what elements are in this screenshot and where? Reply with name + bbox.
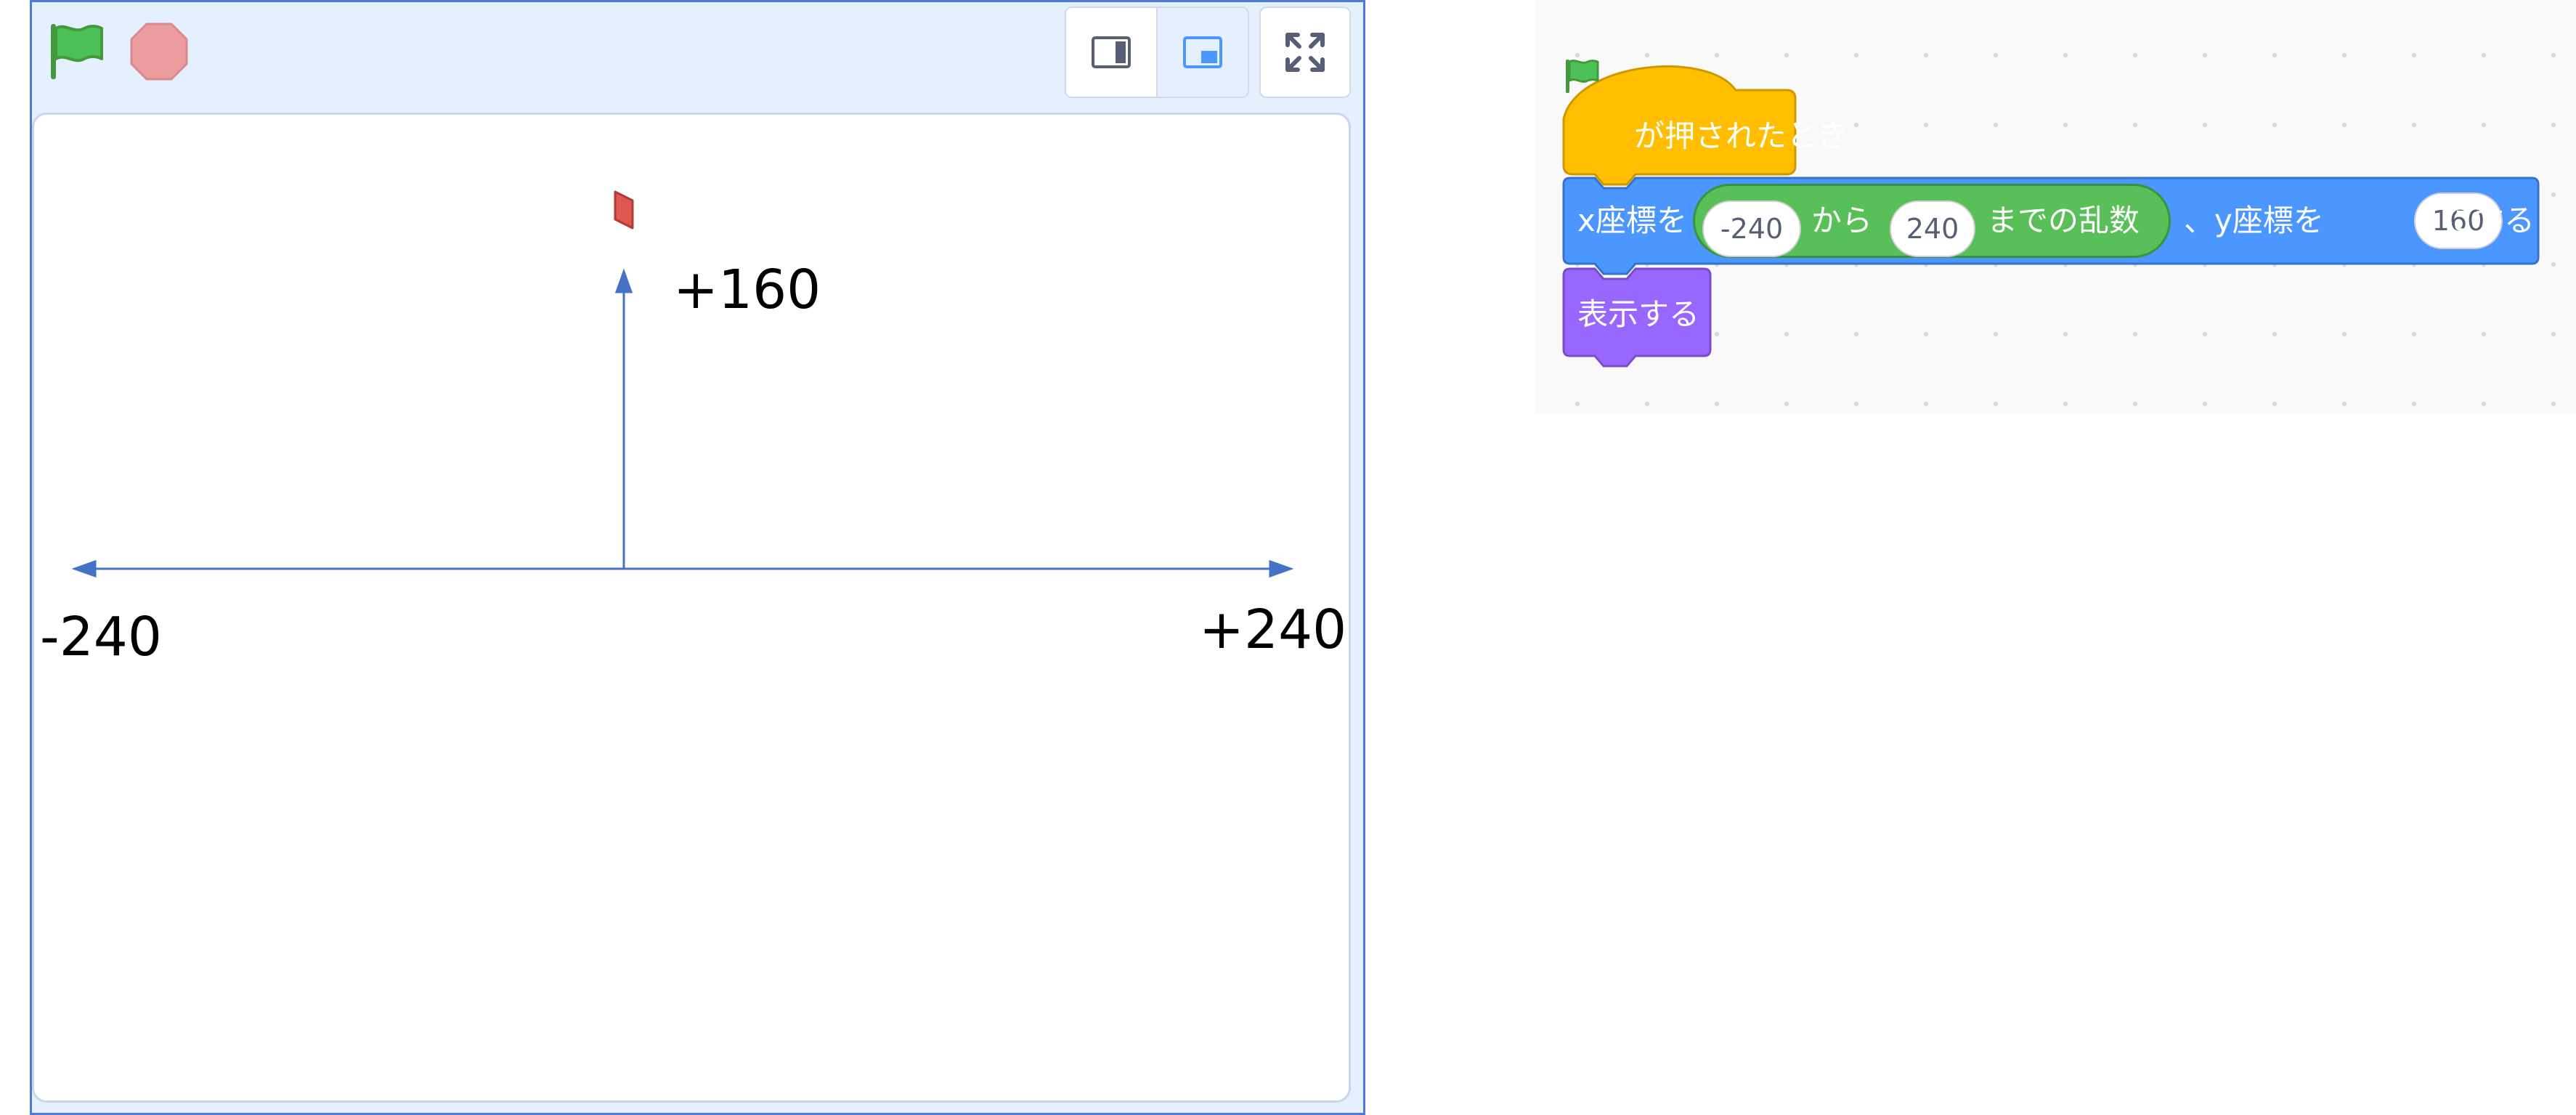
sprite-shape-icon <box>614 190 634 230</box>
set-xy-end-label: にする <box>2442 203 2535 238</box>
normal-stage-button[interactable] <box>1158 8 1248 97</box>
y-max-label: +160 <box>673 259 821 321</box>
pick-random-block[interactable]: -240 から 240 までの乱数 <box>1693 184 2171 258</box>
from-label: から <box>1811 203 1873 238</box>
x-min-label: -240 <box>40 606 162 668</box>
stop-icon <box>130 23 188 81</box>
fullscreen-icon <box>1285 33 1325 72</box>
small-stage-button[interactable] <box>1066 8 1158 97</box>
green-flag-button[interactable] <box>44 18 109 84</box>
stage-size-toggle <box>1065 7 1249 98</box>
small-stage-icon <box>1092 36 1131 68</box>
fullscreen-button[interactable] <box>1259 7 1351 98</box>
when-flag-clicked-label: が押されたとき <box>1634 118 1848 154</box>
stage-panel: +160 -240 +240 <box>30 0 1365 1115</box>
go-to-xy-block[interactable]: x座標を -240 から 240 までの乱数 、y座標を 160 にする <box>1561 176 2541 275</box>
random-from-input[interactable]: -240 <box>1702 200 1801 257</box>
set-y-label: 、y座標を <box>2184 203 2324 238</box>
stage-header <box>32 2 1363 111</box>
code-area[interactable]: が押されたとき x座標を -240 から 240 までの乱数 、y座標を 160… <box>1535 0 2576 414</box>
show-label: 表示する <box>1577 296 1700 332</box>
random-label: までの乱数 <box>1987 203 2140 238</box>
stop-button[interactable] <box>129 21 190 82</box>
random-to-input[interactable]: 240 <box>1890 200 1975 257</box>
green-flag-icon <box>51 24 103 79</box>
green-flag-icon <box>1566 60 1599 93</box>
stage-canvas[interactable]: +160 -240 +240 <box>32 113 1351 1103</box>
sprite[interactable] <box>611 189 637 231</box>
normal-stage-icon <box>1183 36 1222 68</box>
when-flag-clicked-block[interactable]: が押されたとき <box>1561 57 1848 192</box>
x-max-label: +240 <box>1199 599 1347 661</box>
show-block[interactable]: 表示する <box>1561 265 1714 373</box>
set-x-label: x座標を <box>1577 203 1687 238</box>
